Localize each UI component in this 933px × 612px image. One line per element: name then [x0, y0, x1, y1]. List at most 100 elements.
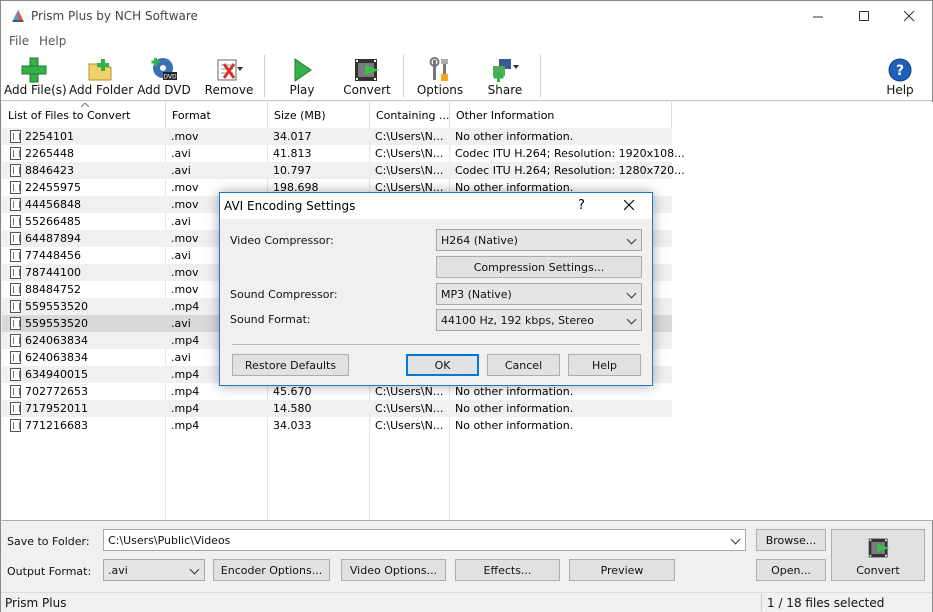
ok-button[interactable]: OK [406, 354, 479, 376]
table-cell-info: No other information. [455, 402, 574, 415]
share-button[interactable]: Share [481, 54, 529, 100]
table-cell-format: .avi [171, 351, 191, 364]
sound-compressor-label: Sound Compressor: [230, 288, 338, 301]
table-row[interactable]: 771216683 .mp4 34.033 C:\Users\N... No other… [2, 417, 672, 434]
table-cell-format: .mov [171, 232, 199, 245]
column-path-label: Containing ... [376, 109, 450, 122]
convert-button-label: Convert [856, 564, 900, 577]
output-format-select[interactable]: .avi [103, 559, 205, 581]
window-title: Prism Plus by NCH Software [31, 9, 198, 23]
menu-file[interactable]: File [9, 34, 29, 48]
encoder-options-button[interactable]: Encoder Options... [213, 559, 330, 581]
table-cell-size: 34.033 [273, 419, 312, 432]
maximize-button[interactable] [841, 1, 887, 31]
table-cell-size: 14.580 [273, 402, 312, 415]
add-dvd-button[interactable]: DVD Add DVD [137, 54, 191, 100]
status-selection-count: 1 / 18 files selected [767, 596, 885, 610]
preview-button[interactable]: Preview [569, 559, 675, 581]
add-folder-button[interactable]: Add Folder [69, 54, 133, 100]
table-cell-format: .mov [171, 130, 199, 143]
table-cell-format: .mov [171, 181, 199, 194]
table-cell-name: 8846423 [25, 164, 74, 177]
video-file-icon [10, 164, 21, 177]
menu-help[interactable]: Help [39, 34, 66, 48]
dialog-title-bar: AVI Encoding Settings ? [220, 193, 652, 219]
add-files-button[interactable]: Add File(s) [4, 54, 67, 100]
column-header-format[interactable]: Format [166, 102, 268, 128]
table-cell-size: 34.017 [273, 130, 312, 143]
table-cell-info: No other information. [455, 385, 574, 398]
chevron-down-icon [626, 234, 637, 245]
table-row[interactable]: 2265448 .avi 41.813 C:\Users\N... Codec ITU … [2, 145, 685, 162]
sound-format-label: Sound Format: [230, 313, 311, 326]
minimize-button[interactable] [795, 1, 841, 31]
save-folder-input[interactable]: C:\Users\Public\Videos [103, 529, 746, 551]
svg-text:?: ? [896, 63, 904, 79]
table-cell-format: .mp4 [171, 402, 200, 415]
table-cell-path: C:\Users\N... [375, 147, 444, 160]
play-button[interactable]: Play [281, 54, 323, 100]
table-cell-format: .avi [171, 249, 191, 262]
sound-compressor-select[interactable]: MP3 (Native) [436, 283, 642, 305]
toolbar: Add File(s) Add Folder DVD Add DVD Remov… [1, 51, 932, 101]
column-name-label: List of Files to Convert [8, 109, 131, 122]
sort-arrow-icon [81, 103, 89, 108]
video-compressor-select[interactable]: H264 (Native) [436, 229, 642, 251]
video-options-button[interactable]: Video Options... [341, 559, 446, 581]
tools-icon [429, 57, 448, 81]
help-toolbar-button[interactable]: ? Help [881, 54, 919, 100]
open-button[interactable]: Open... [756, 559, 826, 581]
table-row[interactable]: 2254101 .mov 34.017 C:\Users\N... No other i… [2, 128, 672, 145]
close-icon [903, 10, 914, 21]
table-cell-format: .mp4 [171, 419, 200, 432]
folder-add-icon [88, 59, 112, 81]
table-cell-path: C:\Users\N... [375, 164, 444, 177]
save-folder-value: C:\Users\Public\Videos [108, 534, 231, 547]
convert-film-icon [355, 59, 379, 81]
table-cell-path: C:\Users\N... [375, 385, 444, 398]
table-cell-name: 717952011 [25, 402, 88, 415]
column-header-info[interactable]: Other Information [450, 102, 672, 128]
minimize-icon [812, 16, 823, 17]
sound-compressor-value: MP3 (Native) [441, 288, 512, 301]
table-cell-size: 45.670 [273, 385, 312, 398]
remove-icon [217, 59, 243, 81]
add-plus-icon [21, 57, 47, 83]
table-cell-format: .mov [171, 266, 199, 279]
video-file-icon [10, 351, 21, 364]
toolbar-separator [403, 55, 404, 97]
table-cell-info: No other information. [455, 419, 574, 432]
close-window-button[interactable] [886, 1, 932, 31]
options-button[interactable]: Options [415, 54, 465, 100]
restore-defaults-button[interactable]: Restore Defaults [232, 354, 349, 376]
chevron-down-icon [626, 314, 637, 325]
table-cell-format: .mp4 [171, 334, 200, 347]
sound-format-select[interactable]: 44100 Hz, 192 kbps, Stereo [436, 309, 642, 331]
table-cell-name: 2265448 [25, 147, 74, 160]
compression-settings-button[interactable]: Compression Settings... [436, 256, 642, 278]
avi-encoding-dialog: AVI Encoding Settings ? Video Compressor… [219, 192, 653, 386]
column-header-path[interactable]: Containing ... [370, 102, 450, 128]
video-file-icon [10, 334, 21, 347]
status-app-name: Prism Plus [5, 596, 67, 610]
table-row[interactable]: 717952011 .mp4 14.580 C:\Users\N... No other… [2, 400, 672, 417]
chevron-down-icon [626, 288, 637, 299]
dialog-help-icon[interactable]: ? [578, 198, 585, 213]
browse-button[interactable]: Browse... [756, 529, 826, 551]
maximize-icon [858, 10, 869, 21]
table-cell-name: 624063834 [25, 334, 88, 347]
convert-toolbar-button[interactable]: Convert [343, 54, 391, 100]
table-cell-format: .avi [171, 317, 191, 330]
remove-button[interactable]: Remove [203, 54, 255, 100]
video-file-icon [10, 249, 21, 262]
column-header-size[interactable]: Size (MB) [268, 102, 370, 128]
convert-button[interactable]: Convert [831, 529, 925, 581]
dialog-help-button[interactable]: Help [568, 354, 641, 376]
table-cell-name: 64487894 [25, 232, 81, 245]
table-row[interactable]: 8846423 .avi 10.797 C:\Users\N... Codec ITU … [2, 162, 685, 179]
table-cell-name: 559553520 [25, 300, 88, 313]
convert-toolbar-label: Convert [343, 83, 391, 97]
close-icon[interactable] [624, 200, 635, 211]
cancel-button[interactable]: Cancel [487, 354, 560, 376]
effects-button[interactable]: Effects... [455, 559, 560, 581]
